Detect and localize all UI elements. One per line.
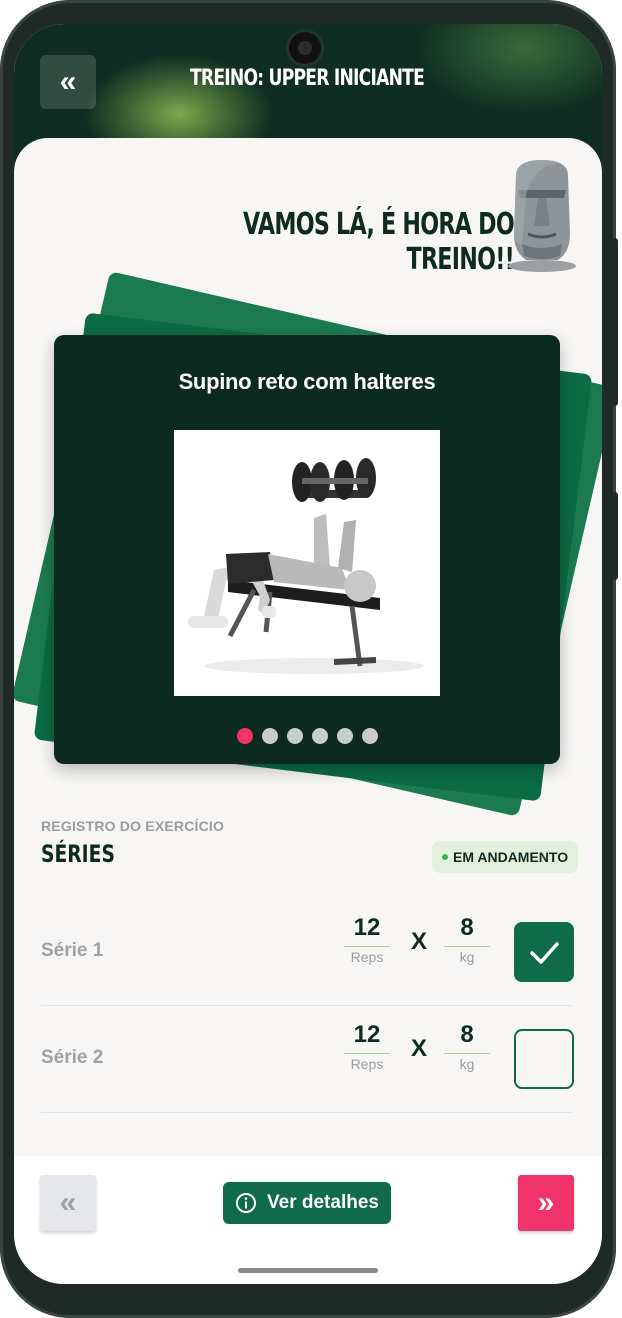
greeting-text: VAMOS LÁ, É HORA DO TREINO!! bbox=[242, 207, 515, 277]
times-symbol: X bbox=[411, 928, 428, 955]
front-camera bbox=[289, 32, 321, 64]
times-symbol: X bbox=[411, 1035, 428, 1062]
next-exercise-button[interactable]: » bbox=[518, 1175, 574, 1231]
weight-field[interactable]: 8 kg bbox=[444, 914, 490, 965]
exercise-card[interactable]: Supino reto com halteres bbox=[54, 335, 560, 764]
reps-unit: Reps bbox=[350, 1056, 384, 1072]
pagination-dot[interactable] bbox=[311, 728, 328, 744]
page-title: TREINO: UPPER INICIANTE bbox=[189, 66, 425, 91]
serie-row: Série 1 12 Reps X 8 kg bbox=[41, 900, 574, 1006]
pagination-dot[interactable] bbox=[286, 728, 303, 744]
view-details-label: Ver detalhes bbox=[267, 1192, 379, 1213]
serie-row: Série 2 12 Reps X 8 kg bbox=[41, 1007, 574, 1113]
serie-checkbox[interactable] bbox=[514, 1029, 574, 1089]
info-circle-icon bbox=[236, 1193, 257, 1213]
serie-checkbox[interactable] bbox=[514, 922, 574, 982]
reps-value: 12 bbox=[344, 914, 390, 947]
weight-value: 8 bbox=[444, 914, 490, 947]
reps-value: 12 bbox=[344, 1021, 390, 1054]
screen: « TREINO: UPPER INICIANTE VAMOS LÁ, É HO… bbox=[14, 24, 602, 1284]
status-badge: EM ANDAMENTO bbox=[432, 841, 579, 873]
exercise-name: Supino reto com halteres bbox=[178, 369, 436, 394]
reps-field[interactable]: 12 Reps bbox=[344, 1021, 390, 1072]
status-text: EM ANDAMENTO bbox=[453, 849, 569, 865]
weight-unit: kg bbox=[459, 1056, 475, 1072]
section-title: SÉRIES bbox=[41, 840, 115, 868]
status-dot-icon bbox=[442, 854, 448, 860]
pagination-dot[interactable] bbox=[236, 728, 253, 744]
power-button bbox=[612, 238, 618, 406]
view-details-button[interactable]: Ver detalhes bbox=[223, 1182, 391, 1224]
phone-frame: « TREINO: UPPER INICIANTE VAMOS LÁ, É HO… bbox=[0, 0, 618, 1318]
double-chevron-left-icon: « bbox=[59, 65, 77, 98]
serie-label: Série 2 bbox=[41, 1047, 104, 1068]
reps-unit: Reps bbox=[350, 949, 384, 965]
pagination-dot[interactable] bbox=[361, 728, 378, 744]
double-chevron-left-icon: « bbox=[59, 1186, 77, 1219]
weight-unit: kg bbox=[459, 949, 475, 965]
section-overline: REGISTRO DO EXERCÍCIO bbox=[41, 818, 225, 834]
double-chevron-right-icon: » bbox=[537, 1186, 555, 1219]
pagination-dot[interactable] bbox=[336, 728, 353, 744]
home-indicator bbox=[238, 1268, 378, 1273]
previous-exercise-button[interactable]: « bbox=[40, 1175, 96, 1231]
weight-value: 8 bbox=[444, 1021, 490, 1054]
reps-field[interactable]: 12 Reps bbox=[344, 914, 390, 965]
volume-button bbox=[612, 492, 618, 580]
check-icon bbox=[530, 942, 559, 964]
moai-icon bbox=[508, 160, 576, 272]
back-button[interactable]: « bbox=[40, 55, 96, 109]
pagination-dot[interactable] bbox=[261, 728, 278, 744]
bottom-bar: « Ver detalhes » bbox=[14, 1156, 602, 1284]
weight-field[interactable]: 8 kg bbox=[444, 1021, 490, 1072]
carousel-pagination bbox=[54, 728, 560, 744]
serie-label: Série 1 bbox=[41, 940, 104, 961]
dumbbell-bench-press-icon bbox=[174, 430, 440, 696]
